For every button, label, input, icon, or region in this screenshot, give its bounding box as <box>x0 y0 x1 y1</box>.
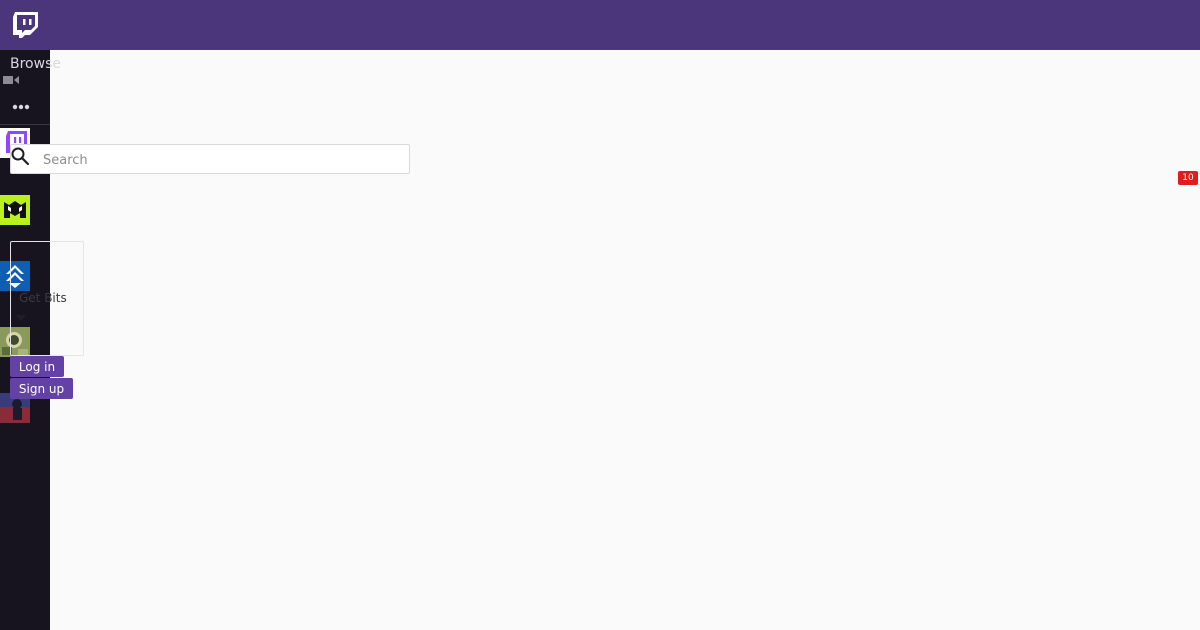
video-camera-icon[interactable] <box>3 75 19 85</box>
monster-channel-icon <box>4 201 26 218</box>
get-bits-label[interactable]: Get Bits <box>19 291 67 305</box>
top-nav-bar <box>0 0 1200 50</box>
twitch-logo-icon[interactable] <box>12 11 40 39</box>
sidebar-divider <box>0 124 50 125</box>
main-content <box>50 50 1200 630</box>
notification-count-badge[interactable]: 10 <box>1178 171 1198 185</box>
channel-avatar-2[interactable] <box>0 195 30 225</box>
browse-link[interactable]: Browse <box>10 56 61 72</box>
signup-button[interactable]: Sign up <box>10 378 73 399</box>
search-input[interactable] <box>41 145 405 175</box>
more-dots-icon[interactable] <box>12 104 30 110</box>
login-button[interactable]: Log in <box>10 356 64 377</box>
chevron-down-icon[interactable] <box>16 315 26 321</box>
search-box <box>10 144 410 175</box>
search-icon[interactable] <box>10 146 30 166</box>
